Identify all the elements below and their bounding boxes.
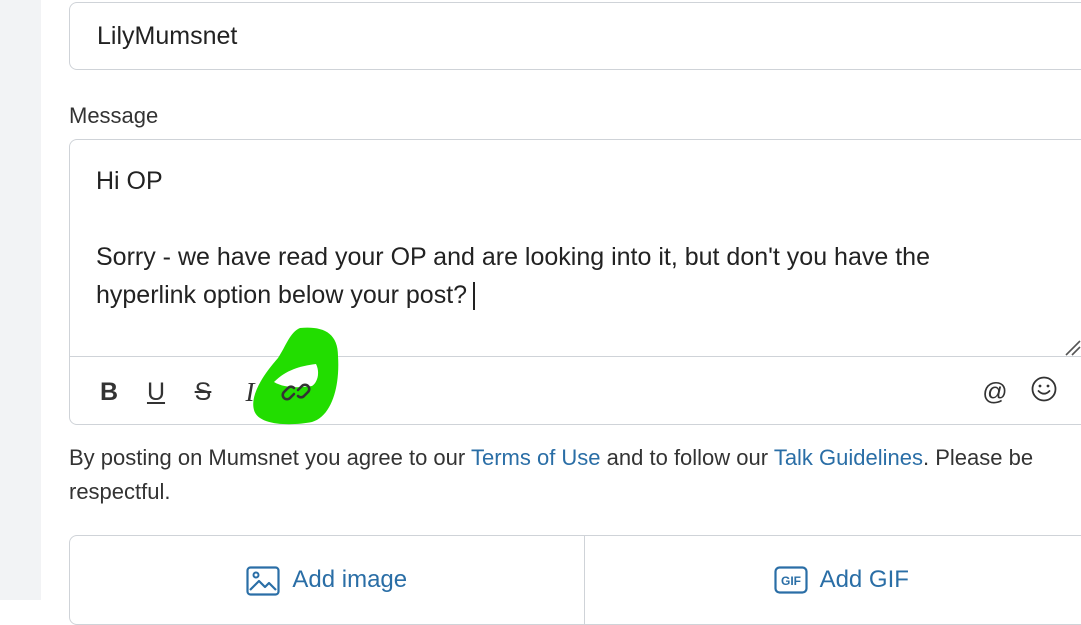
message-line-3: Sorry - we have read your OP and are loo… — [96, 238, 1058, 276]
gif-icon: GIF — [774, 566, 808, 594]
smiley-icon — [1030, 375, 1058, 410]
talk-guidelines-link[interactable]: Talk Guidelines — [774, 445, 923, 470]
message-line-4: hyperlink option below your post? — [96, 276, 1058, 314]
add-gif-label: Add GIF — [820, 566, 909, 594]
message-editor[interactable]: Hi OP Sorry - we have read your OP and a… — [69, 139, 1081, 425]
message-textarea[interactable]: Hi OP Sorry - we have read your OP and a… — [96, 162, 1058, 314]
left-sidebar-strip — [0, 0, 41, 600]
add-gif-button[interactable]: GIF Add GIF — [584, 536, 1081, 624]
add-image-label: Add image — [292, 566, 407, 594]
text-caret — [473, 282, 475, 310]
terms-notice: By posting on Mumsnet you agree to our T… — [69, 441, 1074, 509]
terms-of-use-link[interactable]: Terms of Use — [471, 445, 601, 470]
message-line-2 — [96, 200, 1058, 238]
username-field[interactable]: LilyMumsnet — [69, 2, 1081, 70]
link-button[interactable] — [282, 375, 312, 409]
italic-button[interactable]: I — [237, 375, 263, 409]
gif-icon-text: GIF — [781, 574, 801, 588]
underline-button[interactable]: U — [143, 375, 169, 409]
add-image-button[interactable]: Add image — [70, 536, 584, 624]
media-attachment-box: Add image GIF Add GIF — [69, 535, 1081, 625]
emoji-button[interactable] — [1030, 375, 1058, 409]
terms-prefix: By posting on Mumsnet you agree to our — [69, 445, 471, 470]
mention-button[interactable]: @ — [982, 375, 1008, 409]
strikethrough-button[interactable]: S — [190, 375, 216, 409]
message-line-1: Hi OP — [96, 162, 1058, 200]
message-label: Message — [69, 103, 158, 129]
image-icon — [246, 566, 280, 596]
bold-button[interactable]: B — [96, 375, 122, 409]
terms-middle: and to follow our — [601, 445, 774, 470]
message-line-4-text: hyperlink option below your post? — [96, 281, 467, 309]
formatting-toolbar: B U S I @ — [70, 356, 1081, 425]
username-value: LilyMumsnet — [97, 22, 237, 51]
link-icon — [282, 374, 312, 411]
